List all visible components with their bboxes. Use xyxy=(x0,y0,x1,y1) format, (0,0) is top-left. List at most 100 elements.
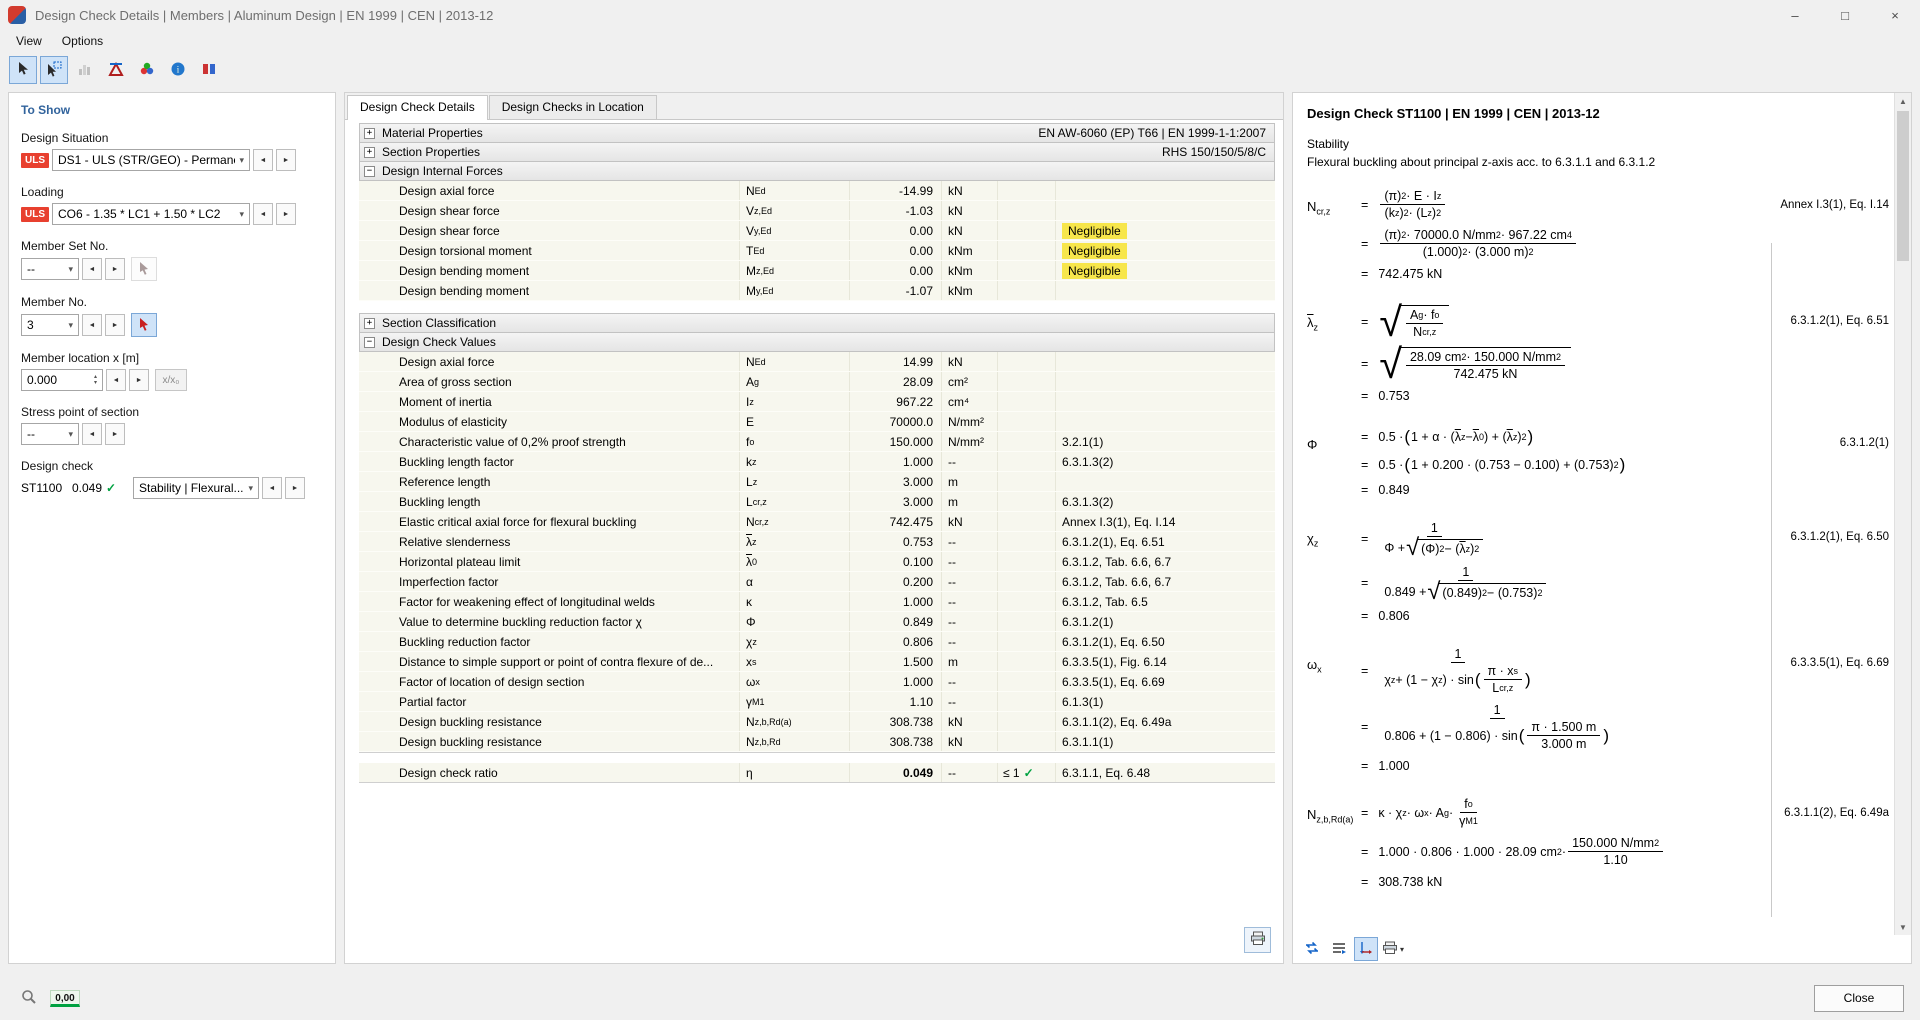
group-header-row[interactable]: +Section PropertiesRHS 150/150/5/8/C xyxy=(359,142,1275,162)
table-row[interactable]: Buckling lengthLcr,z3.000m6.3.1.3(2) xyxy=(359,492,1275,512)
member-location-prev-button[interactable]: ◄ xyxy=(106,369,126,391)
equals-sign: = xyxy=(1361,483,1368,497)
display-colors-button[interactable] xyxy=(133,56,161,84)
table-row[interactable]: Characteristic value of 0,2% proof stren… xyxy=(359,432,1275,452)
table-row[interactable]: Value to determine buckling reduction fa… xyxy=(359,612,1275,632)
table-row[interactable]: Buckling reduction factorχz0.806--6.3.1.… xyxy=(359,632,1275,652)
design-check-prev-button[interactable]: ◄ xyxy=(262,477,282,499)
table-row[interactable]: Design bending momentMz,Ed0.00kNmNegligi… xyxy=(359,261,1275,281)
tab-design-checks-in-location[interactable]: Design Checks in Location xyxy=(489,95,657,119)
chevron-down-icon[interactable]: ▾ xyxy=(1400,945,1404,954)
table-row[interactable]: Design buckling resistanceNz,b,Rd(a)308.… xyxy=(359,712,1275,732)
report-scrollbar[interactable]: ▲ ▼ xyxy=(1894,93,1911,935)
table-row[interactable]: Moment of inertiaIz967.22cm⁴ xyxy=(359,392,1275,412)
table-row[interactable]: Elastic critical axial force for flexura… xyxy=(359,512,1275,532)
info-button[interactable]: i xyxy=(164,56,192,84)
stress-point-next-button[interactable]: ► xyxy=(105,423,125,445)
table-row[interactable]: Distance to simple support or point of c… xyxy=(359,652,1275,672)
expander-icon[interactable]: + xyxy=(364,147,375,158)
table-row[interactable]: Area of gross sectionAg28.09cm² xyxy=(359,372,1275,392)
principal-axes-toggle[interactable] xyxy=(1354,937,1378,961)
close-button[interactable]: Close xyxy=(1814,985,1904,1012)
expander-icon[interactable]: − xyxy=(364,337,375,348)
loading-select[interactable]: CO6 - 1.35 * LC1 + 1.50 * LC2 ▾ xyxy=(52,203,250,225)
member-set-next-button[interactable]: ► xyxy=(105,258,125,280)
table-row[interactable]: Reference lengthLz3.000m xyxy=(359,472,1275,492)
row-symbol: Vy,Ed xyxy=(739,221,849,240)
table-row[interactable]: Buckling length factorkz1.000--6.3.1.3(2… xyxy=(359,452,1275,472)
pointer-window-select-button[interactable] xyxy=(40,56,68,84)
print-report-button[interactable]: ▾ xyxy=(1381,937,1405,961)
loading-next-button[interactable]: ► xyxy=(276,203,296,225)
stress-point-select[interactable]: -- ▾ xyxy=(21,423,79,445)
navigate-list-button[interactable] xyxy=(1327,937,1351,961)
member-no-next-button[interactable]: ► xyxy=(105,314,125,336)
loading-prev-button[interactable]: ◄ xyxy=(253,203,273,225)
member-no-pick-button[interactable] xyxy=(131,313,157,337)
group-header-row[interactable]: −Design Internal Forces xyxy=(359,161,1275,181)
print-table-button[interactable] xyxy=(1244,927,1271,953)
design-situation-next-button[interactable]: ► xyxy=(276,149,296,171)
member-location-next-button[interactable]: ► xyxy=(129,369,149,391)
member-set-pick-button[interactable] xyxy=(131,257,157,281)
design-check-next-button[interactable]: ► xyxy=(285,477,305,499)
member-set-label: Member Set No. xyxy=(21,239,323,253)
group-header-row[interactable]: −Design Check Values xyxy=(359,332,1275,352)
table-row[interactable]: Design axial forceNEd14.99kN xyxy=(359,352,1275,372)
row-value: 0.00 xyxy=(849,241,941,260)
menu-options[interactable]: Options xyxy=(52,32,113,50)
member-location-input[interactable]: 0.000 ▴▾ xyxy=(21,369,103,391)
stress-point-prev-button[interactable]: ◄ xyxy=(82,423,102,445)
formula-area: Ncr,z=(π)2 · E · Iz(kz)2 · (Lz)2=(π)2 · … xyxy=(1307,189,1889,933)
table-row[interactable]: Relative slendernessλz0.753--6.3.1.2(1),… xyxy=(359,532,1275,552)
table-row[interactable]: Design bending momentMy,Ed-1.07kNm xyxy=(359,281,1275,301)
close-window-button[interactable]: × xyxy=(1870,0,1920,30)
member-set-prev-button[interactable]: ◄ xyxy=(82,258,102,280)
scroll-down-icon[interactable]: ▼ xyxy=(1895,919,1911,935)
table-row[interactable]: Factor of location of design sectionωx1.… xyxy=(359,672,1275,692)
table-row[interactable]: Partial factorγM11.10--6.1.3(1) xyxy=(359,692,1275,712)
menu-view[interactable]: View xyxy=(6,32,52,50)
member-no-prev-button[interactable]: ◄ xyxy=(82,314,102,336)
find-button[interactable] xyxy=(16,987,42,1009)
design-check-ratio-row[interactable]: Design check ratioη0.049--≤ 1✓6.3.1.1, E… xyxy=(359,763,1275,783)
scroll-up-icon[interactable]: ▲ xyxy=(1895,93,1911,109)
group-header-row[interactable]: +Material PropertiesEN AW-6060 (EP) T66 … xyxy=(359,123,1275,143)
group-header-row[interactable]: +Section Classification xyxy=(359,313,1275,333)
relative-location-toggle[interactable]: x/x₀ xyxy=(155,369,187,391)
design-check-type-select[interactable]: Stability | Flexural... ▾ xyxy=(133,477,259,499)
design-situation-prev-button[interactable]: ◄ xyxy=(253,149,273,171)
row-description: Design buckling resistance xyxy=(359,732,739,751)
expander-icon[interactable]: − xyxy=(364,166,375,177)
table-row[interactable]: Modulus of elasticityE70000.0N/mm² xyxy=(359,412,1275,432)
design-situation-select[interactable]: DS1 - ULS (STR/GEO) - Permane... ▾ xyxy=(52,149,250,171)
expander-icon[interactable]: + xyxy=(364,318,375,329)
table-row[interactable]: Design axial forceNEd-14.99kN xyxy=(359,181,1275,201)
minimize-button[interactable]: – xyxy=(1770,0,1820,30)
row-comparison xyxy=(997,512,1055,531)
refresh-results-button[interactable] xyxy=(1300,937,1324,961)
table-row[interactable]: Imperfection factorα0.200--6.3.1.2, Tab.… xyxy=(359,572,1275,592)
table-row[interactable]: Horizontal plateau limitλ00.100--6.3.1.2… xyxy=(359,552,1275,572)
pointer-select-button[interactable] xyxy=(9,56,37,84)
section-properties-button[interactable] xyxy=(195,56,223,84)
member-set-select[interactable]: -- ▾ xyxy=(21,258,79,280)
formula-symbol: Ncr,z xyxy=(1307,189,1361,289)
expander-icon[interactable]: + xyxy=(364,128,375,139)
decimal-places-button[interactable]: 0,00 xyxy=(52,987,78,1009)
member-no-select[interactable]: 3 ▾ xyxy=(21,314,79,336)
spinner-icon[interactable]: ▴▾ xyxy=(94,374,97,386)
units-settings-button[interactable] xyxy=(102,56,130,84)
tab-design-check-details[interactable]: Design Check Details xyxy=(347,95,488,120)
result-diagram-button[interactable] xyxy=(71,56,99,84)
table-row[interactable]: Design buckling resistanceNz,b,Rd308.738… xyxy=(359,732,1275,752)
table-row[interactable]: Design shear forceVy,Ed0.00kNNegligible xyxy=(359,221,1275,241)
formula-line: =0.5 · (1 + α · (λz − λ0) + (λz)2) xyxy=(1361,427,1771,447)
row-value: 0.200 xyxy=(849,572,941,591)
table-row[interactable]: Design torsional momentTEd0.00kNmNegligi… xyxy=(359,241,1275,261)
scrollbar-thumb[interactable] xyxy=(1897,111,1909,261)
table-row[interactable]: Factor for weakening effect of longitudi… xyxy=(359,592,1275,612)
table-row[interactable]: Design shear forceVz,Ed-1.03kN xyxy=(359,201,1275,221)
maximize-button[interactable]: □ xyxy=(1820,0,1870,30)
row-comparison xyxy=(997,241,1055,260)
